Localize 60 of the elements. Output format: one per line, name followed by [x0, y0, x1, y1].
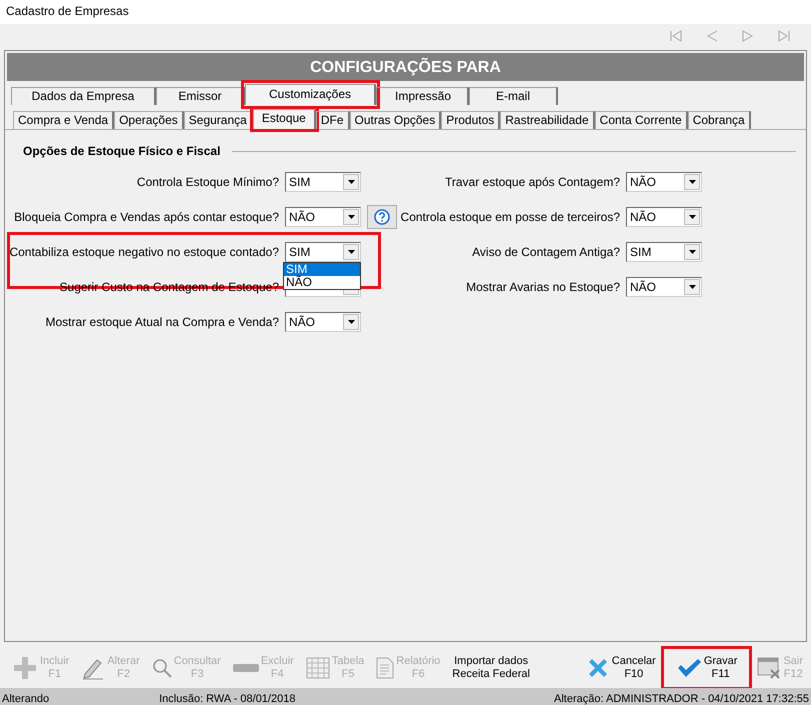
dropdown-option[interactable]: NÃO	[284, 276, 360, 289]
dropdown-arrow-icon	[688, 214, 696, 218]
import-button[interactable]: Importar dados Receita Federal	[448, 649, 534, 687]
dropdown-arrow-icon	[348, 320, 354, 324]
toolbar-button[interactable]: Cancelar F10	[582, 649, 660, 687]
tab[interactable]: DFe	[316, 111, 350, 129]
minus-icon	[232, 664, 259, 672]
question-icon	[374, 208, 390, 224]
document-icon	[376, 657, 394, 679]
tab[interactable]: Rastreabilidade	[500, 111, 595, 129]
plus-icon	[12, 655, 38, 681]
tab[interactable]: Compra e Venda	[13, 111, 114, 129]
status-text: Alterando	[2, 692, 50, 704]
first-record-icon[interactable]	[669, 30, 683, 42]
dropdown-arrow-icon	[688, 250, 696, 254]
tab[interactable]: Operações	[114, 111, 184, 129]
field-label: Aviso de Contagem Antiga?	[472, 244, 620, 258]
dropdown-field[interactable]: SIM	[626, 242, 702, 262]
dropdown-arrow-icon	[688, 284, 696, 288]
window-exit-icon	[757, 657, 782, 679]
status-text: Alteração: ADMINISTRADOR - 04/10/2021 17:32:55	[554, 692, 809, 704]
tab[interactable]: E-mail	[469, 87, 558, 105]
tab[interactable]: Dados da Empresa	[11, 87, 156, 105]
calendar-icon	[306, 657, 330, 679]
field-label: Mostrar Avarias no Estoque?	[466, 280, 620, 294]
toolbar-button[interactable]: Gravar F11	[664, 649, 750, 687]
dropdown-option[interactable]: SIM	[284, 263, 360, 276]
last-record-icon[interactable]	[777, 30, 791, 42]
tab[interactable]: Impressão	[376, 87, 469, 105]
dropdown-arrow-icon	[348, 214, 354, 218]
section-title: Opções de Estoque Físico e Fiscal	[23, 144, 220, 158]
field-label: Controla Estoque Mínimo?	[136, 174, 279, 188]
tab[interactable]: Estoque	[252, 109, 316, 129]
dropdown-field[interactable]: NÃO	[626, 172, 702, 192]
field-label: Travar estoque após Contagem?	[445, 174, 620, 188]
dropdown-field[interactable]: NÃO	[626, 206, 702, 226]
window-title: Cadastro de Empresas	[0, 0, 811, 24]
dropdown-field[interactable]: NÃO	[285, 206, 361, 226]
field-label: Mostrar estoque Atual na Compra e Venda?	[46, 314, 279, 328]
field-label: Contabiliza estoque negativo no estoque contado?	[9, 244, 279, 258]
dropdown-field[interactable]: NÃO	[626, 276, 702, 296]
field-label: Bloqueia Compra e Vendas após contar estoque?	[14, 210, 279, 224]
help-button[interactable]	[367, 204, 397, 228]
panel-header: CONFIGURAÇÕES PARA	[7, 53, 804, 81]
dropdown-field[interactable]: SIM	[285, 172, 361, 192]
tab[interactable]: Conta Corrente	[594, 111, 688, 129]
search-icon	[152, 658, 172, 678]
field-label: Controla estoque em posse de terceiros?	[400, 210, 620, 224]
dropdown-arrow-icon	[348, 180, 354, 184]
dropdown-field[interactable]: SIM	[285, 242, 361, 262]
status-text: Inclusão: RWA - 08/01/2018	[159, 692, 296, 704]
dropdown-arrow-icon	[688, 180, 696, 184]
dropdown-arrow-icon	[348, 250, 354, 254]
tab[interactable]: Outras Opções	[350, 111, 442, 129]
dropdown-field[interactable]: NÃO	[285, 312, 361, 332]
previous-record-icon[interactable]	[705, 30, 719, 42]
checkmark-icon	[676, 658, 702, 678]
next-record-icon[interactable]	[741, 30, 755, 42]
tab[interactable]: Produtos	[441, 111, 500, 129]
tab[interactable]: Cobrança	[688, 111, 751, 129]
